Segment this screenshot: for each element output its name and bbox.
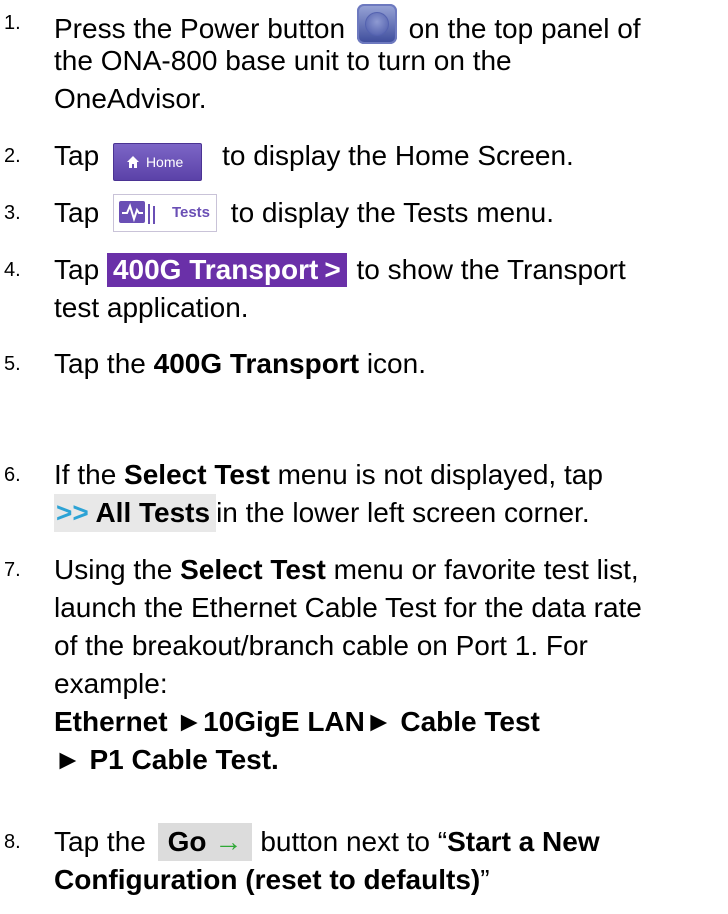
go-button-label: Go	[167, 826, 207, 857]
step-text: to display the Home Screen.	[222, 140, 574, 171]
step-number: 6.	[4, 464, 21, 486]
step-text: Tap	[54, 140, 100, 171]
step-number: 4.	[4, 259, 21, 281]
step-bold-text: Start a New	[447, 826, 600, 857]
step-bold-text: Select Test	[180, 554, 326, 585]
step-text: Using the	[54, 554, 173, 585]
double-chevron-icon: >>	[56, 497, 89, 528]
step-text: Tap	[54, 197, 100, 228]
step-text: Press the Power button	[54, 13, 346, 44]
tests-icon	[118, 201, 155, 224]
step-number: 8.	[4, 831, 21, 853]
step-text: in the lower left screen corner.	[216, 497, 590, 528]
chevron-right-icon: >	[324, 254, 341, 285]
step-number: 5.	[4, 353, 21, 375]
step-text: ”	[480, 864, 490, 895]
step-text: to display the Tests menu.	[230, 197, 555, 228]
menu-path: ► P1 Cable Test.	[54, 744, 279, 775]
transport-button: 400G Transport >	[106, 253, 347, 287]
step-number: 7.	[4, 559, 21, 581]
step-text: icon.	[366, 348, 426, 379]
step-text: menu is not displayed, tap	[277, 459, 603, 490]
all-tests-label: All Tests	[95, 497, 211, 528]
arrow-right-icon: →	[214, 826, 243, 857]
step-text: of the breakout/branch cable on Port 1. …	[54, 630, 588, 661]
go-button: Go →	[157, 823, 253, 861]
step-text: button next to “	[260, 826, 448, 857]
home-icon	[126, 156, 139, 168]
step-bold-text: Configuration (reset to defaults)	[54, 864, 481, 895]
tests-button-label: Tests	[171, 204, 211, 221]
step-text: example:	[54, 668, 168, 699]
step-text: OneAdvisor.	[54, 83, 207, 114]
tests-button: Tests	[112, 194, 218, 232]
transport-button-label: 400G Transport	[112, 254, 319, 285]
step-text: Tap the	[54, 826, 146, 857]
step-bold-text: 400G Transport	[153, 348, 360, 379]
step-text: launch the Ethernet Cable Test for the d…	[54, 592, 642, 623]
step-text: Tap the	[54, 348, 146, 379]
step-text: test application.	[54, 292, 249, 323]
step-text: menu or favorite test list,	[333, 554, 639, 585]
step-number: 3.	[4, 202, 21, 224]
step-text: Tap	[54, 254, 100, 285]
all-tests-button: >> All Tests	[54, 494, 217, 532]
step-text: on the top panel of	[408, 13, 641, 44]
menu-path: Ethernet ►10GigE LAN► Cable Test	[54, 706, 540, 737]
home-button: Home	[112, 143, 203, 181]
step-text: If the	[54, 459, 117, 490]
step-text: to show the Transport	[356, 254, 626, 285]
power-button-icon	[356, 4, 397, 44]
step-bold-text: Select Test	[124, 459, 270, 490]
step-number: 1.	[4, 12, 21, 34]
step-number: 2.	[4, 145, 21, 167]
home-button-label: Home	[145, 154, 184, 170]
step-text: the ONA-800 base unit to turn on the	[54, 45, 512, 76]
